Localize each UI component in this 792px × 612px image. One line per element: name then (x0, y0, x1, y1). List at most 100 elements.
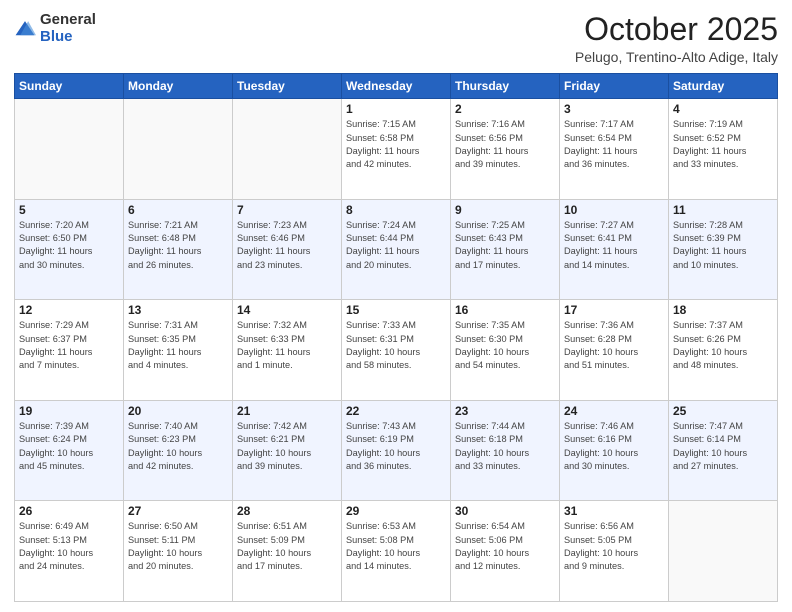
day-info: Sunrise: 7:16 AMSunset: 6:56 PMDaylight:… (455, 118, 555, 171)
logo: General Blue (14, 12, 96, 45)
table-row: 4 Sunrise: 7:19 AMSunset: 6:52 PMDaylight… (669, 99, 778, 200)
day-info: Sunrise: 7:39 AMSunset: 6:24 PMDaylight:… (19, 420, 119, 473)
day-info: Sunrise: 7:19 AMSunset: 6:52 PMDaylight:… (673, 118, 773, 171)
day-info: Sunrise: 7:43 AMSunset: 6:19 PMDaylight:… (346, 420, 446, 473)
table-row (15, 99, 124, 200)
page: General Blue October 2025 Pelugo, Trenti… (0, 0, 792, 612)
day-info: Sunrise: 7:24 AMSunset: 6:44 PMDaylight:… (346, 219, 446, 272)
day-number: 6 (128, 203, 228, 217)
day-info: Sunrise: 7:31 AMSunset: 6:35 PMDaylight:… (128, 319, 228, 372)
day-number: 31 (564, 504, 664, 518)
day-number: 11 (673, 203, 773, 217)
day-number: 20 (128, 404, 228, 418)
day-number: 19 (19, 404, 119, 418)
table-row: 22Sunrise: 7:43 AMSunset: 6:19 PMDayligh… (342, 400, 451, 501)
logo-icon (14, 18, 36, 40)
table-row: 6Sunrise: 7:21 AMSunset: 6:48 PMDaylight… (124, 199, 233, 300)
calendar-table: Sunday Monday Tuesday Wednesday Thursday… (14, 73, 778, 602)
day-number: 16 (455, 303, 555, 317)
day-info: Sunrise: 7:23 AMSunset: 6:46 PMDaylight:… (237, 219, 337, 272)
day-number: 28 (237, 504, 337, 518)
day-info: Sunrise: 7:37 AMSunset: 6:26 PMDaylight:… (673, 319, 773, 372)
day-number: 2 (455, 102, 555, 116)
table-row: 15 Sunrise: 7:33 AMSunset: 6:31 PMDayligh… (342, 300, 451, 401)
day-info: Sunrise: 7:32 AMSunset: 6:33 PMDaylight:… (237, 319, 337, 372)
table-row: 13 Sunrise: 7:31 AMSunset: 6:35 PMDayligh… (124, 300, 233, 401)
day-number: 18 (673, 303, 773, 317)
table-row (669, 501, 778, 602)
table-row: 7Sunrise: 7:23 AMSunset: 6:46 PMDaylight… (233, 199, 342, 300)
day-info: Sunrise: 7:27 AMSunset: 6:41 PMDaylight:… (564, 219, 664, 272)
day-info: Sunrise: 7:25 AMSunset: 6:43 PMDaylight:… (455, 219, 555, 272)
table-row: 30Sunrise: 6:54 AMSunset: 5:06 PMDayligh… (451, 501, 560, 602)
table-row: 18 Sunrise: 7:37 AMSunset: 6:26 PMDayligh… (669, 300, 778, 401)
logo-general: General (40, 11, 96, 28)
day-info: Sunrise: 6:49 AMSunset: 5:13 PMDaylight:… (19, 520, 119, 573)
table-row: 23Sunrise: 7:44 AMSunset: 6:18 PMDayligh… (451, 400, 560, 501)
month-title: October 2025 (575, 12, 778, 47)
day-number: 1 (346, 102, 446, 116)
table-row: 27Sunrise: 6:50 AMSunset: 5:11 PMDayligh… (124, 501, 233, 602)
day-info: Sunrise: 6:51 AMSunset: 5:09 PMDaylight:… (237, 520, 337, 573)
logo-text: General Blue (40, 12, 96, 45)
day-number: 15 (346, 303, 446, 317)
day-number: 12 (19, 303, 119, 317)
table-row (124, 99, 233, 200)
table-row: 11Sunrise: 7:28 AMSunset: 6:39 PMDayligh… (669, 199, 778, 300)
day-number: 13 (128, 303, 228, 317)
day-info: Sunrise: 7:36 AMSunset: 6:28 PMDaylight:… (564, 319, 664, 372)
calendar-header-row: Sunday Monday Tuesday Wednesday Thursday… (15, 74, 778, 99)
table-row: 29Sunrise: 6:53 AMSunset: 5:08 PMDayligh… (342, 501, 451, 602)
header: General Blue October 2025 Pelugo, Trenti… (14, 12, 778, 65)
table-row: 28 Sunrise: 6:51 AMSunset: 5:09 PMDayligh… (233, 501, 342, 602)
day-number: 26 (19, 504, 119, 518)
table-row: 31Sunrise: 6:56 AMSunset: 5:05 PMDayligh… (560, 501, 669, 602)
table-row: 8Sunrise: 7:24 AMSunset: 6:44 PMDaylight… (342, 199, 451, 300)
table-row: 2 Sunrise: 7:16 AMSunset: 6:56 PMDaylight… (451, 99, 560, 200)
col-thursday: Thursday (451, 74, 560, 99)
table-row (233, 99, 342, 200)
day-number: 24 (564, 404, 664, 418)
day-number: 14 (237, 303, 337, 317)
day-number: 25 (673, 404, 773, 418)
day-number: 5 (19, 203, 119, 217)
day-info: Sunrise: 7:29 AMSunset: 6:37 PMDaylight:… (19, 319, 119, 372)
table-row: 25 Sunrise: 7:47 AMSunset: 6:14 PMDayligh… (669, 400, 778, 501)
table-row: 12 Sunrise: 7:29 AMSunset: 6:37 PMDayligh… (15, 300, 124, 401)
day-number: 4 (673, 102, 773, 116)
day-info: Sunrise: 7:46 AMSunset: 6:16 PMDaylight:… (564, 420, 664, 473)
day-info: Sunrise: 7:17 AMSunset: 6:54 PMDaylight:… (564, 118, 664, 171)
calendar-week-row: 5 Sunrise: 7:20 AMSunset: 6:50 PMDaylight… (15, 199, 778, 300)
table-row: 26 Sunrise: 6:49 AMSunset: 5:13 PMDayligh… (15, 501, 124, 602)
col-tuesday: Tuesday (233, 74, 342, 99)
table-row: 10 Sunrise: 7:27 AMSunset: 6:41 PMDayligh… (560, 199, 669, 300)
day-info: Sunrise: 7:42 AMSunset: 6:21 PMDaylight:… (237, 420, 337, 473)
table-row: 1 Sunrise: 7:15 AMSunset: 6:58 PMDaylight… (342, 99, 451, 200)
day-info: Sunrise: 6:54 AMSunset: 5:06 PMDaylight:… (455, 520, 555, 573)
table-row: 19 Sunrise: 7:39 AMSunset: 6:24 PMDayligh… (15, 400, 124, 501)
day-number: 29 (346, 504, 446, 518)
table-row: 9Sunrise: 7:25 AMSunset: 6:43 PMDaylight… (451, 199, 560, 300)
day-info: Sunrise: 7:20 AMSunset: 6:50 PMDaylight:… (19, 219, 119, 272)
day-number: 27 (128, 504, 228, 518)
day-info: Sunrise: 7:35 AMSunset: 6:30 PMDaylight:… (455, 319, 555, 372)
day-number: 10 (564, 203, 664, 217)
calendar-week-row: 1 Sunrise: 7:15 AMSunset: 6:58 PMDaylight… (15, 99, 778, 200)
table-row: 20Sunrise: 7:40 AMSunset: 6:23 PMDayligh… (124, 400, 233, 501)
col-saturday: Saturday (669, 74, 778, 99)
table-row: 5 Sunrise: 7:20 AMSunset: 6:50 PMDaylight… (15, 199, 124, 300)
day-number: 23 (455, 404, 555, 418)
calendar-week-row: 26 Sunrise: 6:49 AMSunset: 5:13 PMDayligh… (15, 501, 778, 602)
day-number: 3 (564, 102, 664, 116)
logo-blue: Blue (40, 28, 73, 45)
col-sunday: Sunday (15, 74, 124, 99)
day-info: Sunrise: 7:15 AMSunset: 6:58 PMDaylight:… (346, 118, 446, 171)
calendar-week-row: 19 Sunrise: 7:39 AMSunset: 6:24 PMDayligh… (15, 400, 778, 501)
location-title: Pelugo, Trentino-Alto Adige, Italy (575, 49, 778, 65)
col-friday: Friday (560, 74, 669, 99)
day-info: Sunrise: 7:33 AMSunset: 6:31 PMDaylight:… (346, 319, 446, 372)
table-row: 24 Sunrise: 7:46 AMSunset: 6:16 PMDayligh… (560, 400, 669, 501)
day-info: Sunrise: 7:47 AMSunset: 6:14 PMDaylight:… (673, 420, 773, 473)
title-block: October 2025 Pelugo, Trentino-Alto Adige… (575, 12, 778, 65)
col-monday: Monday (124, 74, 233, 99)
